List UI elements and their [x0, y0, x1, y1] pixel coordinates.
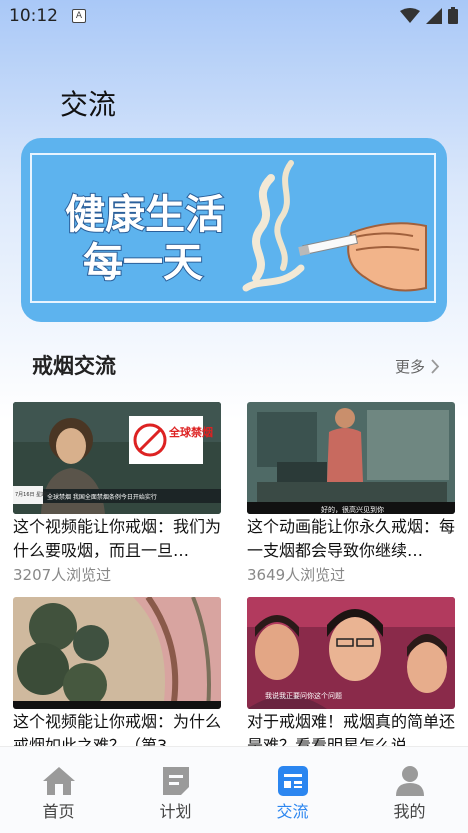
nav-label: 计划 [159, 802, 192, 821]
video-thumbnail: 好的，很高兴见到你 [247, 402, 455, 514]
community-icon [278, 766, 308, 796]
thumbnail-ticker: 全球禁烟 我国全面禁烟条例今日开始实行 [47, 493, 157, 501]
video-card[interactable]: 这个视频能让你戒烟：为什么戒烟如此之难？（第3… [13, 597, 221, 759]
nav-community[interactable]: 交流 [234, 747, 351, 833]
thumbnail-date: 7月16日 星期四 [15, 492, 51, 498]
video-card[interactable]: 我说我正要问你这个问题 对于戒烟难！戒烟真的简单还是难？看看明星怎么说 [247, 597, 455, 759]
more-link[interactable]: 更多 [395, 356, 440, 377]
status-icons [400, 7, 458, 24]
chevron-right-icon [431, 359, 440, 374]
card-views: 3649人浏览过 [247, 566, 346, 584]
nav-profile[interactable]: 我的 [351, 747, 468, 833]
plan-icon [163, 767, 189, 795]
video-thumbnail [13, 597, 221, 709]
thumbnail-caption: 好的，很高兴见到你 [321, 505, 384, 514]
page-title: 交流 [60, 88, 117, 121]
banner-line2: 每一天 [83, 240, 203, 286]
signal-icon [426, 7, 442, 24]
status-bar: 10:12 A [0, 0, 468, 32]
nav-plan[interactable]: 计划 [117, 747, 234, 833]
nav-label: 我的 [393, 802, 426, 821]
nav-label: 首页 [42, 802, 75, 821]
video-thumbnail: 全球禁烟 7月16日 星期四 全球禁烟 我国全面禁烟条例今日开始实行 [13, 402, 221, 514]
bottom-nav: 首页 计划 交流 我的 [0, 746, 468, 833]
video-card[interactable]: 全球禁烟 7月16日 星期四 全球禁烟 我国全面禁烟条例今日开始实行 这个视频能… [13, 402, 221, 585]
nav-label: 交流 [276, 802, 309, 821]
more-label: 更多 [394, 358, 425, 376]
notification-icon: A [72, 9, 86, 23]
nav-home[interactable]: 首页 [0, 747, 117, 833]
wifi-icon [400, 7, 420, 23]
section-title: 戒烟交流 [32, 354, 116, 378]
banner[interactable]: 健康生活 每一天 [21, 138, 447, 322]
video-card[interactable]: 好的，很高兴见到你 这个动画能让你永久戒烟：每一支烟都会导致你继续… 3649人… [247, 402, 455, 585]
card-views: 3207人浏览过 [13, 566, 112, 584]
video-thumbnail: 我说我正要问你这个问题 [247, 597, 455, 709]
card-title: 这个动画能让你永久戒烟：每一支烟都会导致你继续… [247, 517, 455, 560]
profile-icon [396, 766, 424, 796]
battery-icon [448, 7, 458, 24]
thumbnail-caption: 全球禁烟 [168, 425, 213, 439]
status-time: 10:12 [9, 6, 58, 26]
home-icon [43, 767, 75, 795]
banner-illustration: 健康生活 每一天 [64, 160, 427, 292]
card-title: 这个视频能让你戒烟：我们为什么要吸烟，而且一旦… [13, 517, 221, 560]
thumbnail-caption: 我说我正要问你这个问题 [265, 691, 342, 700]
banner-line1: 健康生活 [65, 192, 225, 238]
